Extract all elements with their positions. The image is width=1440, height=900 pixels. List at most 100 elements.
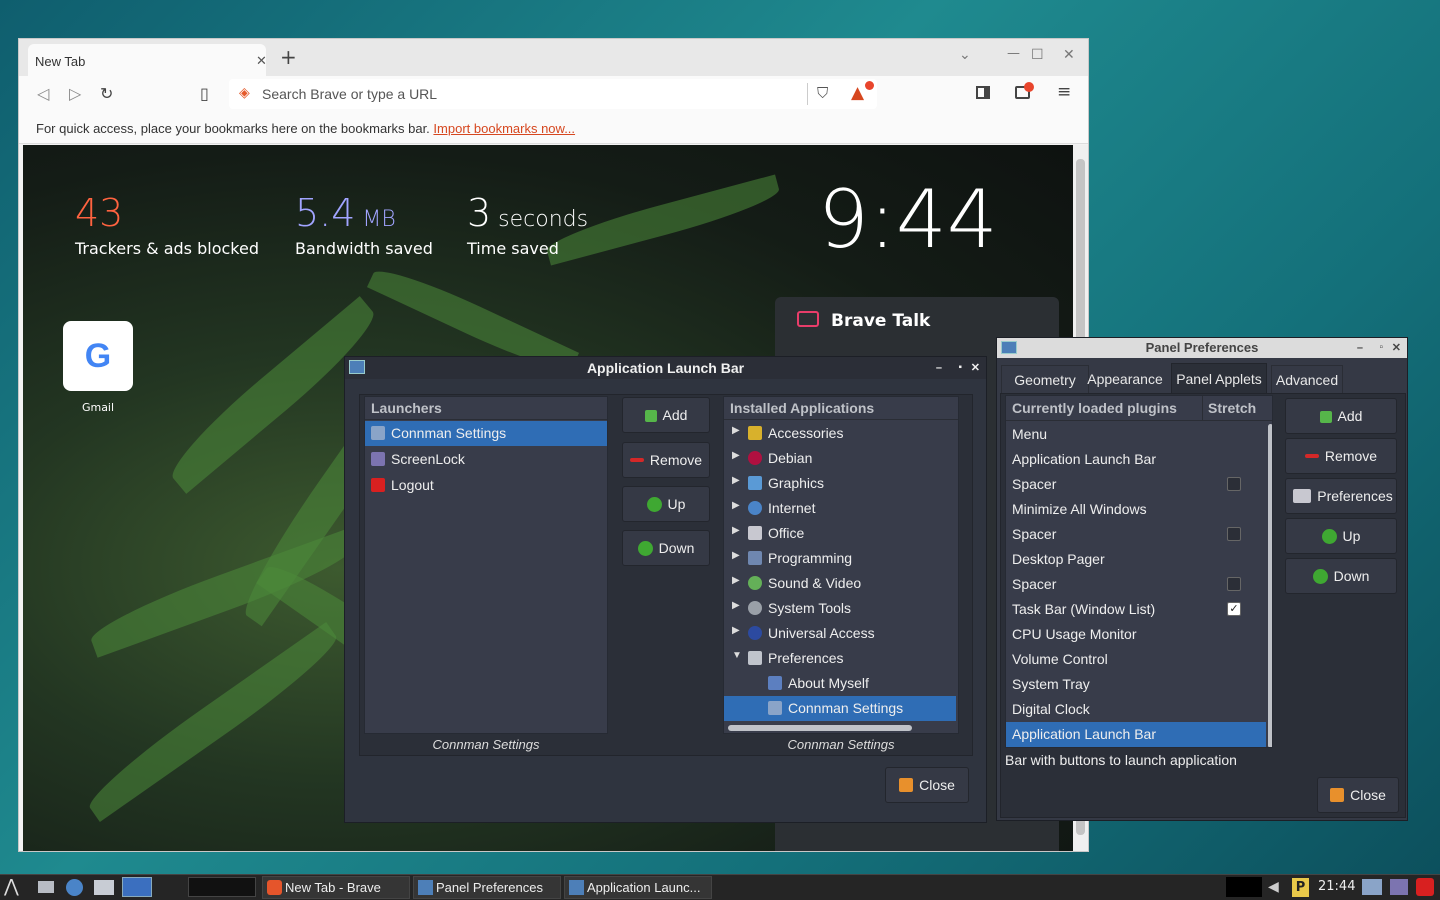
remove-button[interactable]: Remove	[622, 442, 710, 478]
category-programming[interactable]: ▶ Programming	[724, 546, 946, 571]
p-tray-icon[interactable]: P	[1292, 878, 1309, 897]
stat-time: 3 seconds Time saved	[467, 191, 589, 258]
close-icon[interactable]: ✕	[256, 53, 267, 69]
up-button[interactable]: Up	[622, 486, 710, 522]
launchers-list[interactable]: Launchers Connman Settings ScreenLock Lo…	[364, 396, 608, 734]
plugin-row[interactable]: System Tray	[1006, 672, 1266, 697]
add-button[interactable]: Add	[1285, 398, 1397, 434]
maximize-icon[interactable]: ▪	[958, 357, 962, 379]
forward-icon[interactable]: ▷	[69, 84, 81, 103]
category-system-tools[interactable]: ▶ System Tools	[724, 596, 946, 621]
plugin-row[interactable]: CPU Usage Monitor	[1006, 622, 1266, 647]
brave-talk-title: Brave Talk	[831, 311, 931, 331]
task-application-launch-bar[interactable]: Application Launc...	[564, 876, 712, 899]
plugin-name: System Tray	[1012, 676, 1090, 692]
category-accessories[interactable]: ▶ Accessories	[724, 421, 946, 446]
maximize-icon[interactable]: ▫	[1379, 338, 1383, 358]
plugin-row[interactable]: Spacer	[1006, 472, 1266, 497]
new-tab-button[interactable]: +	[280, 45, 297, 69]
plugin-row[interactable]: Application Launch Bar	[1006, 447, 1266, 472]
vertical-scrollbar[interactable]	[1268, 424, 1272, 747]
installed-apps-tree[interactable]: Installed Applications ▶ Accessories ▶ Deb…	[723, 396, 959, 734]
launcher-screenlock[interactable]: ScreenLock	[365, 447, 607, 472]
down-button[interactable]: Down	[1285, 558, 1397, 594]
launcher-connman[interactable]: Connman Settings	[365, 421, 607, 446]
brave-shields-icon[interactable]: ⛉	[817, 84, 828, 102]
tab-new-tab[interactable]: New Tab ✕	[28, 44, 267, 76]
plugin-row[interactable]: Minimize All Windows	[1006, 497, 1266, 522]
plugin-row[interactable]: Application Launch Bar	[1006, 722, 1266, 747]
url-bar[interactable]: ◈ Search Brave or type a URL ⛉ ▲	[229, 79, 877, 109]
stretch-checkbox[interactable]	[1227, 577, 1241, 591]
vertical-scrollbar[interactable]	[958, 402, 959, 518]
reload-icon[interactable]: ↻	[100, 84, 113, 103]
preferences-button[interactable]: Preferences	[1285, 478, 1397, 514]
top-site-gmail[interactable]: G	[63, 321, 133, 391]
stretch-checkbox[interactable]	[1227, 477, 1241, 491]
desktop-pager-2[interactable]	[188, 877, 256, 897]
dialog-titlebar: Application Launch Bar – ▪ ✕	[345, 357, 986, 379]
sidebar-icon[interactable]	[976, 86, 990, 99]
up-button[interactable]: Up	[1285, 518, 1397, 554]
menu-icon[interactable]: ⋀	[4, 878, 19, 896]
tab-advanced[interactable]: Advanced	[1271, 365, 1343, 393]
close-window-icon[interactable]: ✕	[1063, 47, 1075, 63]
category-graphics[interactable]: ▶ Graphics	[724, 471, 946, 496]
app-about-myself[interactable]: About Myself	[724, 671, 946, 696]
bookmark-icon[interactable]: ▯	[200, 84, 209, 103]
lock-icon[interactable]	[1390, 879, 1408, 895]
power-icon[interactable]	[1416, 878, 1434, 896]
category-office[interactable]: ▶ Office	[724, 521, 946, 546]
task-new-tab-brave[interactable]: New Tab - Brave	[262, 876, 410, 899]
minimize-icon[interactable]: –	[1357, 338, 1363, 358]
plugin-row[interactable]: Desktop Pager	[1006, 547, 1266, 572]
plugin-row[interactable]: Digital Clock	[1006, 697, 1266, 722]
plugin-name: Volume Control	[1012, 651, 1108, 667]
plugin-row[interactable]: Volume Control	[1006, 647, 1266, 672]
category-sound-video[interactable]: ▶ Sound & Video	[724, 571, 946, 596]
remove-button[interactable]: Remove	[1285, 438, 1397, 474]
tab-geometry[interactable]: Geometry	[1001, 365, 1089, 393]
plugin-row[interactable]: Menu	[1006, 422, 1266, 447]
brave-rewards-icon[interactable]: ▲	[851, 83, 864, 103]
close-icon[interactable]: ✕	[1392, 338, 1401, 358]
tab-appearance[interactable]: Appearance	[1081, 365, 1169, 393]
down-button[interactable]: Down	[622, 530, 710, 566]
maximize-icon[interactable]: ☐	[1031, 47, 1044, 63]
back-icon[interactable]: ◁	[37, 84, 49, 103]
close-button[interactable]: Close	[885, 767, 969, 803]
browser-launcher-icon[interactable]	[66, 879, 83, 896]
import-bookmarks-link[interactable]: Import bookmarks now...	[433, 121, 575, 136]
menu-icon[interactable]: ≡	[1057, 82, 1071, 102]
plugin-row[interactable]: Spacer	[1006, 572, 1266, 597]
plugin-row[interactable]: Task Bar (Window List) ✓	[1006, 597, 1266, 622]
digital-clock[interactable]: 21:44	[1318, 879, 1355, 894]
minimize-icon[interactable]: –	[936, 357, 942, 379]
tab-panel-applets[interactable]: Panel Applets	[1171, 363, 1267, 393]
app-connman-settings[interactable]: Connman Settings	[724, 696, 956, 721]
category-preferences[interactable]: ▼ Preferences	[724, 646, 946, 671]
category-debian[interactable]: ▶ Debian	[724, 446, 946, 471]
category-universal-access[interactable]: ▶ Universal Access	[724, 621, 946, 646]
add-button[interactable]: Add	[622, 397, 710, 433]
monitor-icon	[418, 880, 433, 895]
stretch-checkbox[interactable]: ✓	[1227, 602, 1241, 616]
minimize-all-icon[interactable]	[38, 881, 54, 893]
task-panel-preferences[interactable]: Panel Preferences	[413, 876, 561, 899]
category-internet[interactable]: ▶ Internet	[724, 496, 946, 521]
plugins-list[interactable]: Currently loaded plugins Stretch Menu App…	[1005, 395, 1273, 748]
plugin-row[interactable]: Spacer	[1006, 522, 1266, 547]
brave-icon	[267, 880, 282, 895]
minimize-icon[interactable]: —	[1007, 46, 1020, 61]
close-button[interactable]: Close	[1317, 777, 1399, 813]
file-manager-icon[interactable]	[94, 880, 114, 895]
launcher-logout[interactable]: Logout	[365, 473, 607, 498]
url-input[interactable]: Search Brave or type a URL	[262, 86, 437, 102]
close-icon[interactable]: ✕	[971, 357, 980, 379]
volume-icon[interactable]: ◀	[1268, 879, 1279, 895]
stretch-checkbox[interactable]	[1227, 527, 1241, 541]
chevron-down-icon[interactable]: ⌄	[959, 47, 971, 63]
horizontal-scrollbar[interactable]	[728, 725, 912, 731]
network-icon[interactable]	[1362, 879, 1382, 895]
desktop-pager-1[interactable]	[122, 877, 152, 897]
